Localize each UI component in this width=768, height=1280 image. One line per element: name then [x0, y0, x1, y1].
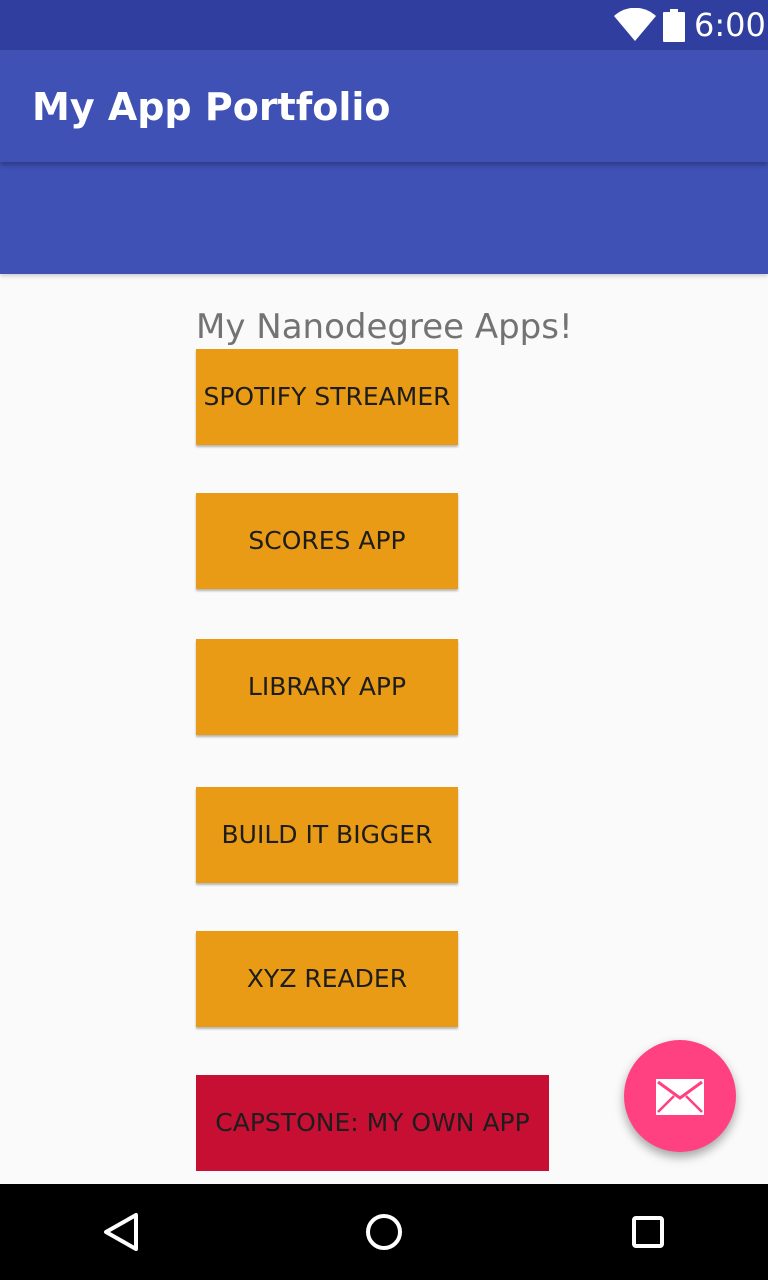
scores-app-button[interactable]: SCORES APP: [196, 493, 458, 589]
status-time: 6:00: [694, 6, 766, 44]
recents-square-icon[interactable]: [600, 1184, 696, 1280]
email-icon: [656, 1079, 704, 1115]
navigation-bar: [0, 1184, 768, 1280]
capstone-button[interactable]: CAPSTONE: MY OWN APP: [196, 1075, 549, 1171]
back-triangle-icon[interactable]: [72, 1184, 168, 1280]
xyz-reader-button[interactable]: XYZ READER: [196, 931, 458, 1027]
app-bar: My App Portfolio: [0, 50, 768, 162]
battery-full-icon: [663, 9, 685, 42]
section-heading: My Nanodegree Apps!: [196, 307, 573, 347]
build-it-bigger-button[interactable]: BUILD IT BIGGER: [196, 787, 458, 883]
email-fab-button[interactable]: [624, 1040, 736, 1152]
wifi-full-icon: [614, 8, 656, 41]
status-bar: 6:00: [0, 0, 768, 50]
spotify-streamer-button[interactable]: SPOTIFY STREAMER: [196, 349, 458, 445]
library-app-button[interactable]: LIBRARY APP: [196, 639, 458, 735]
app-screen: 6:00 My App Portfolio My Nanodegree Apps…: [0, 0, 768, 1280]
app-bar-extension: [0, 162, 768, 274]
home-circle-icon[interactable]: [336, 1184, 432, 1280]
page-title: My App Portfolio: [32, 85, 391, 129]
